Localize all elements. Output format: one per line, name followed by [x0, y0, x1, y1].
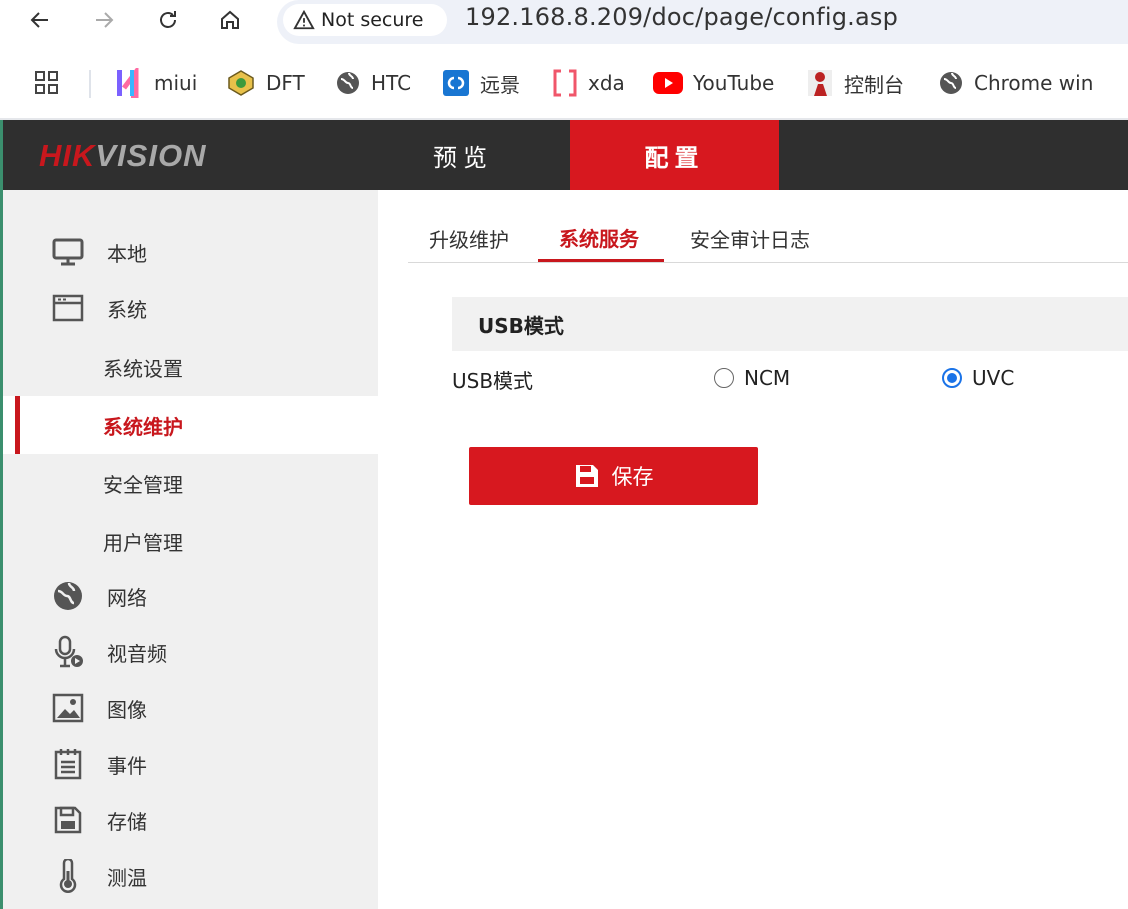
thermometer-icon [51, 859, 85, 893]
bookmark-xda[interactable]: xda [552, 67, 625, 99]
content-tabs: 升级维护 系统服务 安全审计日志 [408, 216, 1128, 263]
url-text[interactable]: 192.168.8.209/doc/page/config.asp [465, 3, 898, 31]
bookmark-chrome-win[interactable]: Chrome win [938, 67, 1093, 99]
home-button[interactable] [214, 4, 246, 36]
miui-icon [117, 68, 139, 98]
active-tab-underline [538, 259, 664, 262]
tab-security-audit-log[interactable]: 安全审计日志 [690, 224, 810, 253]
globe-icon [940, 72, 962, 94]
warning-icon [293, 9, 315, 30]
tab-upgrade-maintenance[interactable]: 升级维护 [429, 224, 509, 253]
bookmark-youtube[interactable]: YouTube [653, 67, 774, 99]
hikvision-logo: HIKVISION [39, 138, 207, 173]
sidebar-item-system-settings[interactable]: 系统设置 [3, 339, 378, 395]
image-icon [51, 691, 85, 725]
reload-icon [160, 11, 176, 28]
microphone-icon [51, 635, 85, 669]
console-icon [808, 70, 832, 96]
pcbeta-icon [443, 70, 469, 96]
bookmark-yuanjing[interactable]: 远景 [442, 67, 520, 99]
tab-preview[interactable]: 预览 [363, 120, 563, 190]
app-header: HIKVISION 预览 配置 [3, 120, 1128, 190]
reload-button[interactable] [152, 4, 184, 36]
sidebar-item-local[interactable]: 本地 [3, 224, 378, 280]
bookmark-htc[interactable]: HTC [335, 67, 411, 99]
calendar-list-icon [51, 747, 85, 781]
tab-config[interactable]: 配置 [570, 120, 779, 190]
address-bar[interactable]: Not secure 192.168.8.209/doc/page/config… [277, 0, 1128, 44]
bookmark-dft[interactable]: DFT [226, 67, 305, 99]
globe-icon [51, 579, 85, 613]
radio-ncm-circle[interactable] [714, 368, 734, 388]
back-button[interactable] [24, 4, 56, 36]
radio-ncm[interactable]: NCM [714, 366, 790, 390]
sidebar-item-security-management[interactable]: 安全管理 [3, 455, 378, 511]
usb-mode-label: USB模式 [452, 369, 534, 393]
arrow-left-icon [30, 12, 48, 28]
radio-uvc[interactable]: UVC [942, 366, 1014, 390]
sidebar-item-temperature[interactable]: 测温 [3, 848, 378, 904]
sidebar-item-system[interactable]: 系统 [3, 280, 378, 336]
apps-grid-icon [35, 71, 58, 94]
bookmark-miui[interactable]: miui [114, 67, 197, 99]
sidebar-item-user-management[interactable]: 用户管理 [3, 513, 378, 569]
security-label: Not secure [321, 9, 424, 31]
section-title: USB模式 [452, 297, 1128, 351]
active-indicator [15, 396, 20, 454]
save-icon [575, 465, 598, 487]
floppy-icon [51, 803, 85, 837]
arrow-right-icon [96, 12, 114, 28]
radio-uvc-circle[interactable] [942, 368, 962, 388]
window-icon [51, 291, 85, 325]
youtube-icon [653, 72, 683, 94]
sidebar-item-image[interactable]: 图像 [3, 680, 378, 736]
apps-button[interactable] [34, 67, 60, 99]
sidebar-item-event[interactable]: 事件 [3, 736, 378, 792]
sidebar-item-storage[interactable]: 存储 [3, 792, 378, 848]
xda-icon [553, 69, 577, 97]
security-chip[interactable]: Not secure [283, 4, 447, 36]
dft-icon [228, 70, 254, 96]
sidebar: 本地 系统 系统设置 系统维护 安全管理 用户管理 网络 视音频 图像 事件 存… [3, 190, 378, 909]
bookmarks-bar: miui DFT HTC 远景 xda YouTube 控制台 Chrome w… [0, 62, 1128, 106]
sidebar-item-audio-video[interactable]: 视音频 [3, 624, 378, 680]
save-button[interactable]: 保存 [469, 447, 758, 505]
monitor-icon [51, 235, 85, 269]
globe-icon [337, 72, 359, 94]
sidebar-item-system-maintenance[interactable]: 系统维护 [3, 396, 378, 454]
forward-button[interactable] [88, 4, 120, 36]
home-icon [221, 10, 239, 29]
bookmark-console[interactable]: 控制台 [806, 67, 904, 99]
tab-system-service[interactable]: 系统服务 [559, 223, 639, 252]
sidebar-item-network[interactable]: 网络 [3, 568, 378, 624]
bookmarks-separator [89, 70, 91, 98]
browser-chrome: Not secure 192.168.8.209/doc/page/config… [0, 0, 1128, 120]
